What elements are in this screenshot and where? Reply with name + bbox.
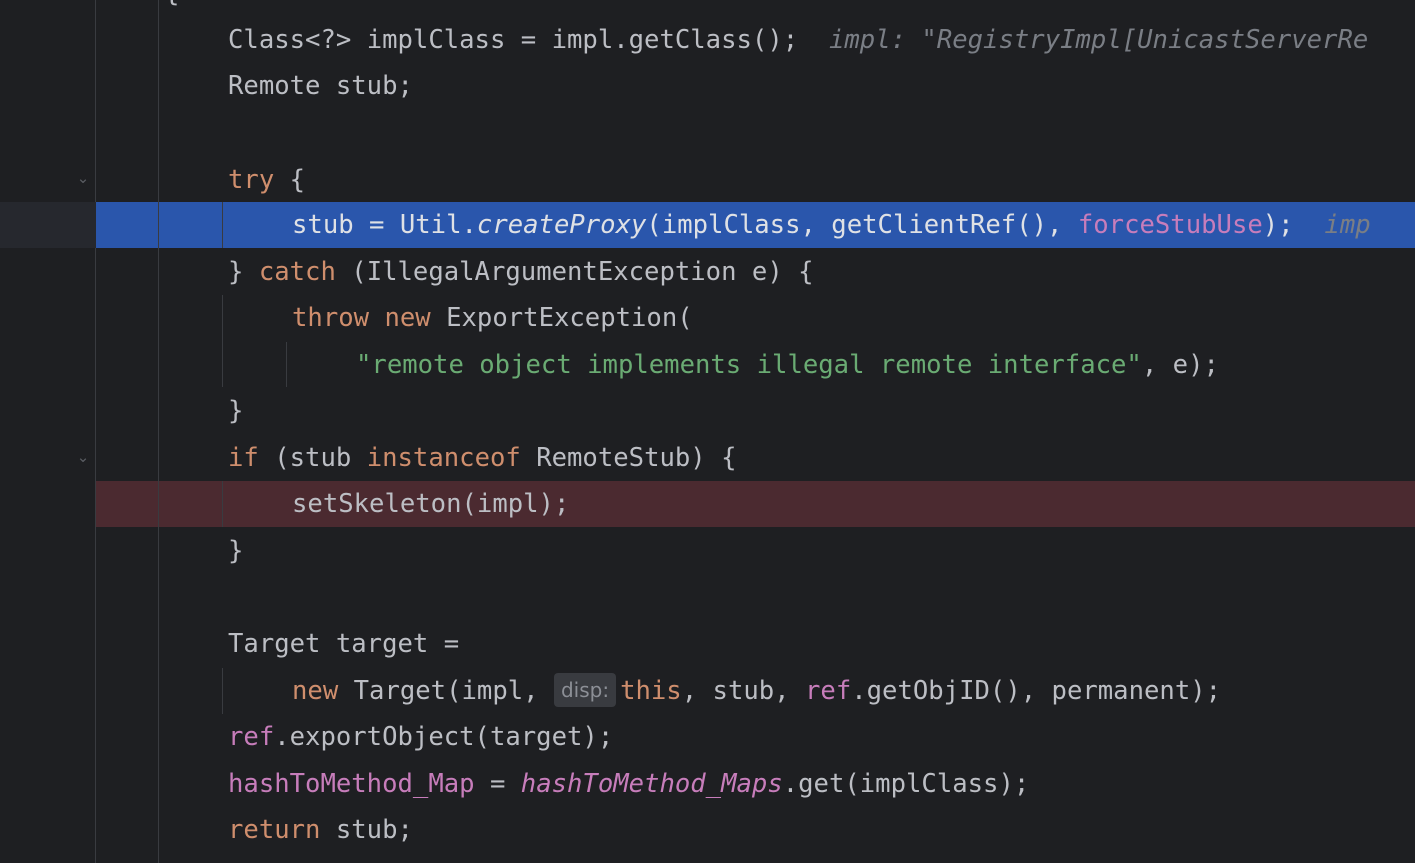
field-force-stub-use: forceStubUse: [1077, 210, 1263, 240]
indent-guide: [222, 668, 223, 714]
code-line-set-skeleton[interactable]: setSkeleton(impl);: [292, 481, 569, 527]
code-editor[interactable]: ⌄ ⌄ { Class<?> implClass = impl.getClass…: [0, 0, 1415, 863]
return-value: stub;: [320, 815, 413, 845]
keyword-try: try: [228, 165, 275, 195]
type-name: Class<?>: [228, 25, 352, 55]
method-create-proxy: createProxy: [476, 210, 647, 240]
field-hash-to-method-map: hashToMethod_Map: [228, 769, 475, 799]
brace: }: [228, 257, 259, 287]
keyword-new: new: [384, 303, 431, 333]
brace: }: [228, 536, 244, 566]
keyword-instanceof: instanceof: [366, 443, 521, 473]
code-line-top-brace[interactable]: {: [164, 0, 179, 16]
string-literal: "remote object implements illegal remote…: [356, 350, 1142, 380]
keyword-this: this: [620, 676, 682, 706]
statement-text: Target target =: [228, 629, 460, 659]
brace: {: [274, 165, 306, 195]
code-line-create-proxy[interactable]: stub = Util.createProxy(implClass, getCl…: [292, 202, 1371, 248]
catch-clause: (IllegalArgumentException e) {: [335, 257, 814, 287]
code-line-catch[interactable]: } catch (IllegalArgumentException e) {: [228, 249, 814, 295]
indent-guide: [286, 342, 287, 387]
keyword-if: if: [228, 443, 259, 473]
statement-text: Remote stub;: [228, 71, 413, 101]
parameter-name-hint: disp:: [553, 673, 617, 707]
debug-value-hint: imp: [1324, 210, 1371, 240]
code-line-return[interactable]: return stub;: [228, 807, 413, 853]
call-args: , stub,: [681, 676, 805, 706]
condition-start: (stub: [258, 443, 367, 473]
statement-text: implClass = impl.getClass();: [351, 25, 799, 55]
code-line-close-catch[interactable]: }: [228, 388, 243, 434]
chevron-down-icon[interactable]: ⌄: [72, 446, 94, 468]
field-ref: ref: [228, 722, 275, 752]
method-call: .exportObject(target);: [274, 722, 614, 752]
statement-prefix: stub = Util.: [292, 210, 477, 240]
keyword-catch: catch: [258, 257, 336, 287]
execution-gutter-highlight: [0, 202, 96, 248]
code-line-try[interactable]: try {: [228, 157, 305, 203]
editor-gutter[interactable]: [0, 0, 96, 863]
constructor-call: ExportException(: [430, 303, 693, 333]
code-line-target-decl[interactable]: Target target =: [228, 621, 459, 667]
field-ref: ref: [805, 676, 852, 706]
code-line-string[interactable]: "remote object implements illegal remote…: [356, 342, 1219, 388]
constructor-call: Target(impl,: [338, 676, 554, 706]
indent-guide: [222, 481, 223, 527]
call-args-end: .getObjID(), permanent);: [851, 676, 1222, 706]
code-line-close-if[interactable]: }: [228, 528, 243, 574]
statement-suffix: );: [1262, 210, 1294, 240]
code-line-throw[interactable]: throw new ExportException(: [292, 295, 693, 341]
debug-value-hint: impl: "RegistryImpl[UnicastServerRe: [828, 25, 1369, 55]
indent-guide: [222, 202, 223, 248]
method-call: .get(implClass);: [782, 769, 1030, 799]
static-field-hash-to-method-maps: hashToMethod_Maps: [520, 769, 783, 799]
indent-guide: [158, 0, 159, 863]
brace: }: [228, 396, 244, 426]
code-line-if[interactable]: if (stub instanceof RemoteStub) {: [228, 435, 737, 481]
condition-end: RemoteStub) {: [520, 443, 737, 473]
code-line-class-decl[interactable]: Class<?> implClass = impl.getClass(); im…: [228, 17, 1368, 63]
code-line-remote-stub[interactable]: Remote stub;: [228, 63, 413, 109]
keyword-throw: throw: [292, 303, 370, 333]
keyword-new: new: [292, 676, 339, 706]
call-args: (implClass, getClientRef(),: [646, 210, 1078, 240]
code-line-export[interactable]: ref.exportObject(target);: [228, 714, 613, 760]
call-close: , e);: [1141, 350, 1219, 380]
statement-text: setSkeleton(impl);: [292, 489, 570, 519]
indent-guide: [222, 295, 223, 387]
chevron-down-icon[interactable]: ⌄: [72, 167, 94, 189]
code-line-new-target[interactable]: new Target(impl, disp: this, stub, ref.ge…: [292, 668, 1221, 714]
brace: {: [164, 0, 179, 8]
assign-operator: =: [474, 769, 521, 799]
code-line-hash-map[interactable]: hashToMethod_Map = hashToMethod_Maps.get…: [228, 761, 1029, 807]
gutter-divider: [95, 0, 96, 863]
keyword-return: return: [228, 815, 321, 845]
